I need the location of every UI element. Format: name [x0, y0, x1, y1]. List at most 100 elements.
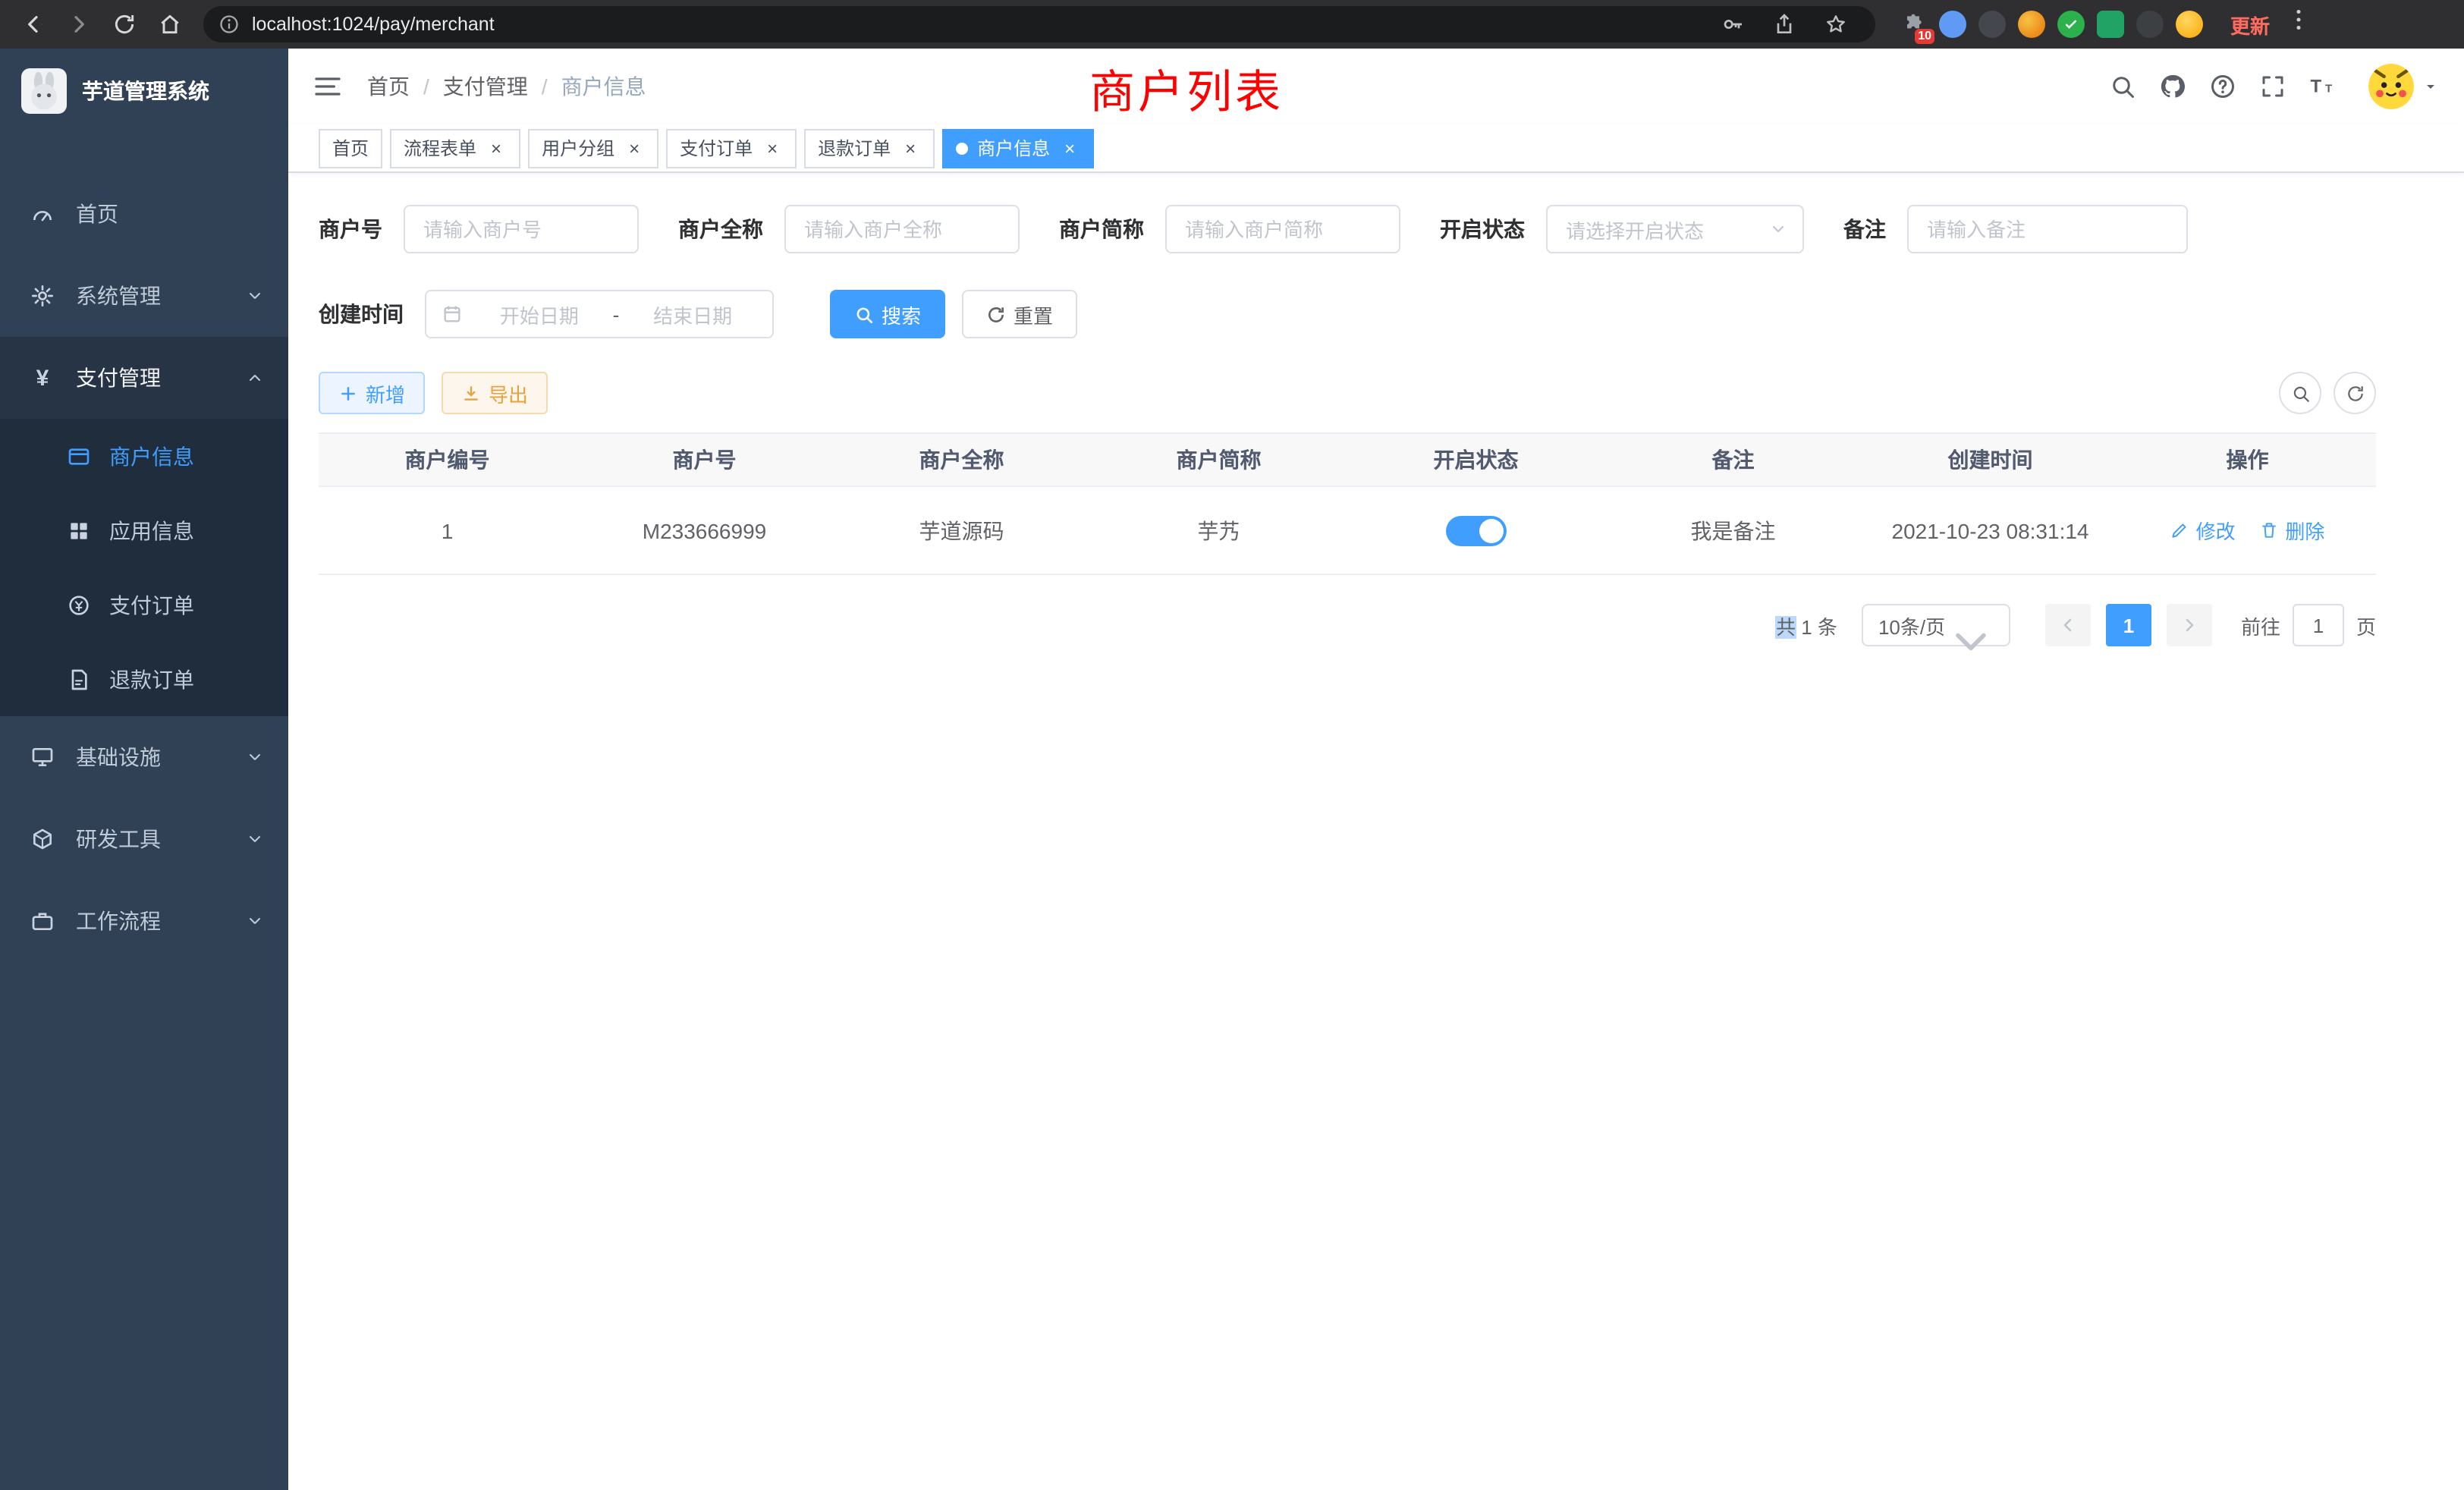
close-icon[interactable]: ×	[900, 137, 921, 159]
edit-link[interactable]: 修改	[2170, 516, 2236, 545]
sidebar: 芋道管理系统 首页 系统管理	[0, 49, 288, 1490]
goto-page-input[interactable]	[2293, 604, 2344, 646]
breadcrumb-separator: /	[542, 74, 548, 99]
browser-update-button[interactable]: 更新	[2230, 10, 2270, 39]
tag-label: 用户分组	[542, 135, 614, 161]
merchant-table: 商户编号 商户号 商户全称 商户简称 开启状态 备注 创建时间 操作 1	[319, 432, 2376, 575]
tag-home[interactable]: 首页	[319, 128, 382, 168]
filter-label: 商户全称	[678, 214, 763, 244]
merchant-no-input[interactable]	[404, 205, 639, 253]
table-toolbar: 新增 导出	[319, 372, 2376, 414]
close-icon[interactable]: ×	[486, 137, 507, 159]
cell-merchant-no: M233666999	[576, 486, 833, 574]
add-button-label: 新增	[366, 379, 405, 407]
sidebar-item-merchant-info[interactable]: 商户信息	[0, 419, 288, 493]
url-text: localhost:1024/pay/merchant	[252, 14, 1705, 35]
reset-button[interactable]: 重置	[962, 290, 1077, 338]
font-size-icon[interactable]: TT	[2309, 73, 2337, 100]
tag-pay-order[interactable]: 支付订单 ×	[666, 128, 797, 168]
date-range-picker[interactable]: 开始日期 - 结束日期	[425, 290, 774, 338]
share-icon[interactable]	[1772, 12, 1796, 36]
tag-refund-order[interactable]: 退款订单 ×	[804, 128, 935, 168]
breadcrumb-item[interactable]: 首页	[367, 71, 410, 102]
hamburger-icon[interactable]	[313, 71, 343, 102]
search-icon[interactable]	[2109, 73, 2136, 100]
tag-label: 首页	[332, 135, 369, 161]
site-info-icon[interactable]	[218, 14, 240, 35]
chevron-down-icon	[246, 912, 264, 930]
sidebar-item-system[interactable]: 系统管理	[0, 255, 288, 337]
sidebar-item-pay-order[interactable]: 支付订单	[0, 567, 288, 642]
tag-label: 支付订单	[680, 135, 753, 161]
breadcrumb-item[interactable]: 支付管理	[443, 71, 528, 102]
close-icon[interactable]: ×	[762, 137, 783, 159]
main-area: 商户列表 首页 / 支付管理 / 商户信息	[288, 49, 2464, 1490]
extension-icon[interactable]	[2018, 11, 2045, 38]
next-page-button[interactable]	[2167, 604, 2212, 646]
browser-back-button[interactable]	[12, 3, 55, 46]
user-avatar[interactable]	[2368, 64, 2414, 109]
caret-down-icon	[2422, 77, 2440, 96]
toggle-search-button[interactable]	[2279, 372, 2321, 414]
status-toggle[interactable]	[1446, 515, 1507, 545]
cell-status	[1347, 486, 1604, 574]
page-number-button[interactable]: 1	[2106, 604, 2151, 646]
browser-reload-button[interactable]	[103, 3, 146, 46]
extension-icon[interactable]	[1978, 11, 2006, 38]
prev-page-button[interactable]	[2045, 604, 2091, 646]
github-icon[interactable]	[2159, 73, 2186, 100]
extension-icon[interactable]	[2136, 11, 2164, 38]
extension-icon[interactable]	[1939, 11, 1966, 38]
filter-label: 创建时间	[319, 299, 404, 329]
sidebar-item-dev-tools[interactable]: 研发工具	[0, 798, 288, 880]
browser-home-button[interactable]	[149, 3, 191, 46]
refresh-table-button[interactable]	[2334, 372, 2376, 414]
tag-process-form[interactable]: 流程表单 ×	[390, 128, 520, 168]
close-icon[interactable]: ×	[624, 137, 645, 159]
column-header: 商户全称	[833, 433, 1090, 486]
page-size-select[interactable]: 10条/页	[1862, 604, 2010, 646]
export-button-label: 导出	[489, 379, 528, 407]
sidebar-item-payment[interactable]: ¥ 支付管理	[0, 337, 288, 419]
column-header: 创建时间	[1862, 433, 2119, 486]
address-bar[interactable]: localhost:1024/pay/merchant	[203, 6, 1875, 42]
sidebar-item-label: 工作流程	[76, 906, 161, 936]
help-icon[interactable]	[2209, 73, 2236, 100]
cube-icon	[30, 827, 55, 851]
export-button[interactable]: 导出	[442, 372, 548, 414]
extension-icon[interactable]	[2057, 11, 2085, 38]
sidebar-item-infrastructure[interactable]: 基础设施	[0, 716, 288, 798]
filter-merchant-name: 商户全称	[678, 205, 1020, 253]
tag-label: 流程表单	[404, 135, 476, 161]
sidebar-item-home[interactable]: 首页	[0, 173, 288, 255]
tag-merchant-info[interactable]: 商户信息 ×	[942, 128, 1094, 168]
add-button[interactable]: 新增	[319, 372, 425, 414]
chevron-down-icon	[246, 830, 264, 848]
password-key-icon[interactable]	[1721, 12, 1745, 36]
filter-status: 开启状态 请选择开启状态	[1440, 205, 1804, 253]
merchant-name-input[interactable]	[784, 205, 1020, 253]
tag-user-group[interactable]: 用户分组 ×	[528, 128, 658, 168]
remark-input[interactable]	[1907, 205, 2188, 253]
browser-menu-icon[interactable]	[2285, 6, 2315, 42]
delete-link[interactable]: 删除	[2259, 516, 2324, 545]
close-icon[interactable]: ×	[1059, 137, 1080, 159]
status-select[interactable]: 请选择开启状态	[1546, 205, 1804, 253]
user-menu[interactable]	[2368, 64, 2440, 109]
search-button[interactable]: 搜索	[830, 290, 945, 338]
column-header: 商户号	[576, 433, 833, 486]
sidebar-item-label: 首页	[76, 199, 118, 229]
fullscreen-icon[interactable]	[2259, 73, 2286, 100]
bookmark-star-icon[interactable]	[1824, 12, 1848, 36]
merchant-short-input[interactable]	[1165, 205, 1400, 253]
refresh-icon	[986, 304, 1006, 324]
app-logo-row[interactable]: 芋道管理系统	[0, 49, 288, 134]
extensions-puzzle-icon[interactable]: 10	[1900, 11, 1927, 38]
browser-profile-avatar[interactable]	[2176, 11, 2203, 38]
sidebar-item-label: 研发工具	[76, 824, 161, 854]
sidebar-item-app-info[interactable]: 应用信息	[0, 493, 288, 567]
sidebar-item-workflow[interactable]: 工作流程	[0, 880, 288, 962]
sidebar-item-refund-order[interactable]: 退款订单	[0, 642, 288, 716]
browser-forward-button[interactable]	[58, 3, 100, 46]
extension-icon[interactable]	[2097, 11, 2124, 38]
